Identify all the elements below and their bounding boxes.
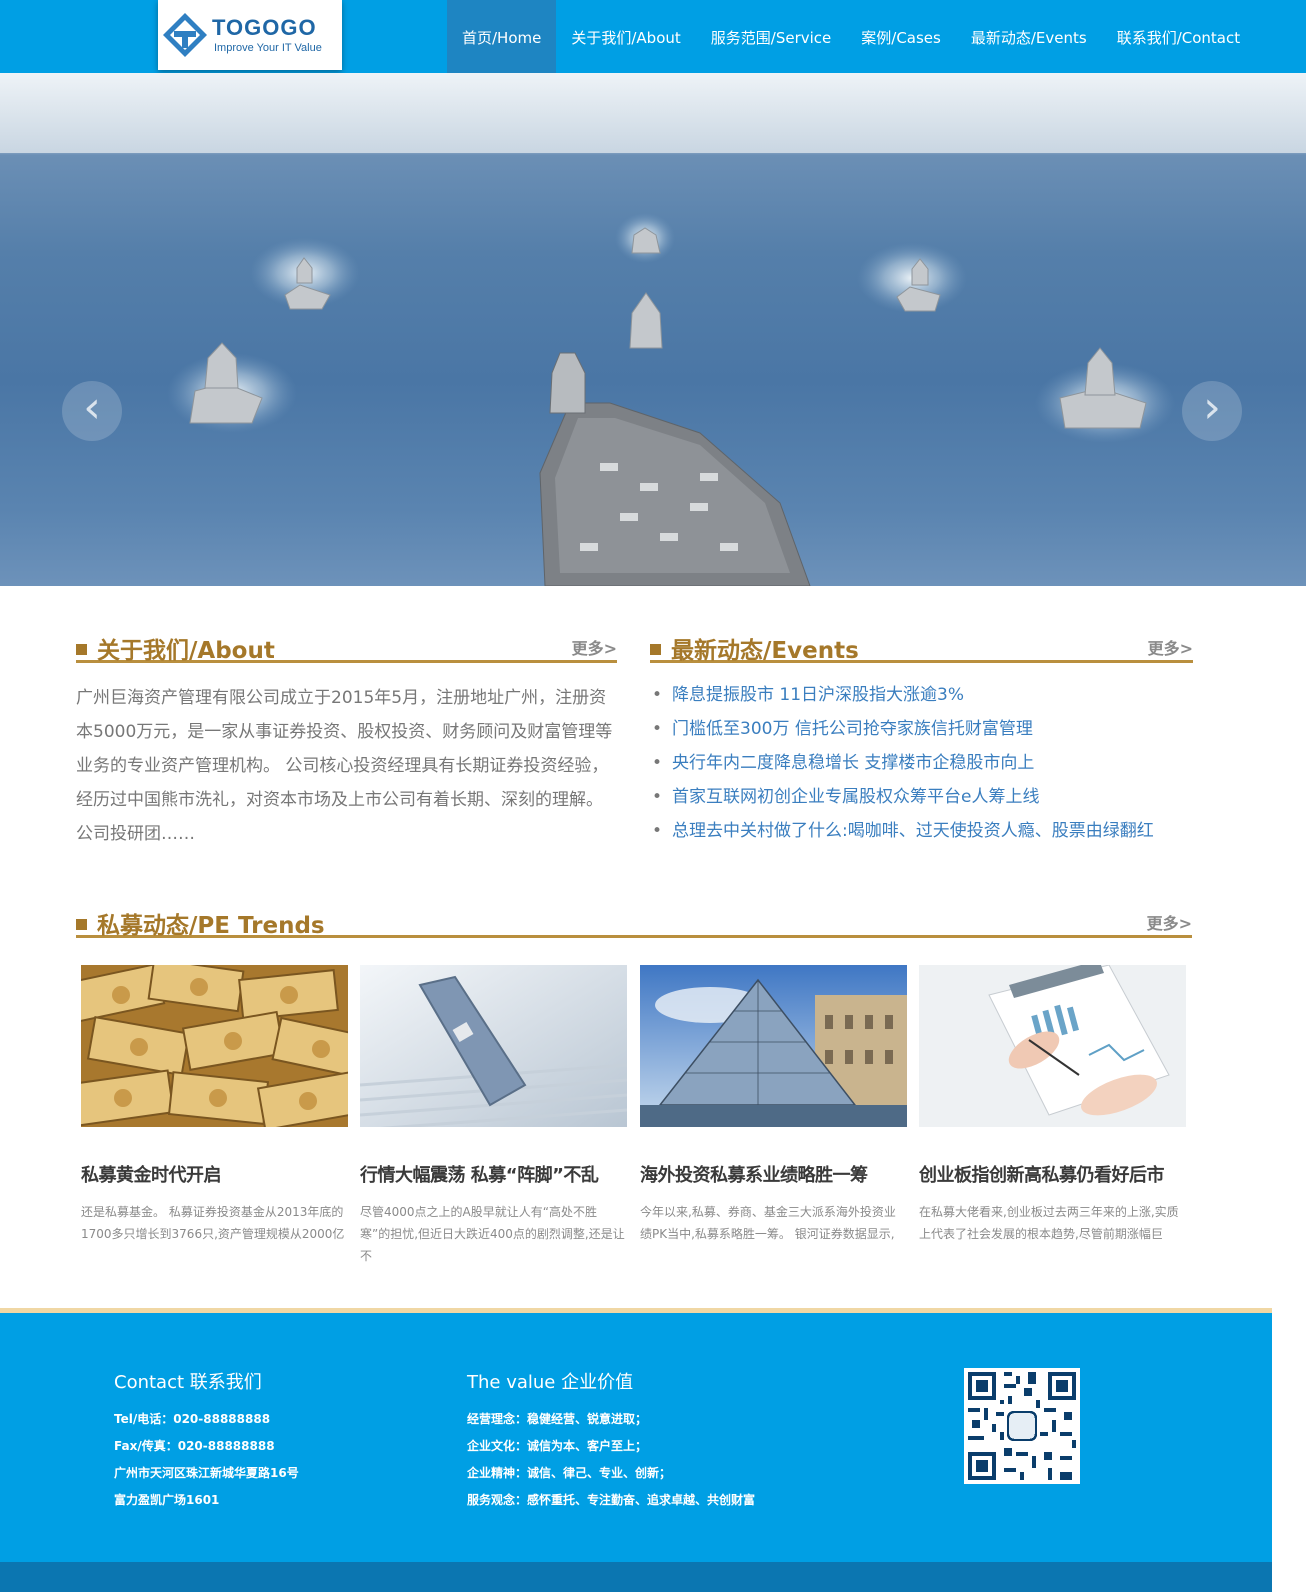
louvre-pyramid-image[interactable] — [640, 965, 907, 1127]
events-title: 最新动态/Events — [650, 631, 859, 665]
about-title: 关于我们/About — [76, 631, 275, 665]
footer-fax: Fax/传真：020-88888888 — [114, 1439, 275, 1453]
pe-card: 海外投资私募系业绩略胜一筹 今年以来,私募、券商、基金三大派系海外投资业绩PK当… — [640, 965, 907, 1245]
footer-address: 广州市天河区珠江新城华夏路16号 — [114, 1466, 299, 1480]
footer-tel: Tel/电话：020-88888888 — [114, 1412, 271, 1426]
pe-card-desc: 在私募大佬看来,创业板过去两三年来的上涨,实质上代表了社会发展的根本趋势,尽管前… — [919, 1205, 1179, 1241]
pe-card-desc: 今年以来,私募、券商、基金三大派系海外投资业绩PK当中,私募系略胜一筹。 银河证… — [640, 1205, 896, 1241]
footer-contact-title: Contact 联系我们 — [114, 1372, 262, 1393]
banner-fleet-image — [167, 213, 1175, 586]
event-item[interactable]: 降息提振股市 11日沪深股指大涨逾3% — [650, 682, 1195, 716]
nav-home[interactable]: 首页/Home — [447, 0, 557, 73]
events-list: 降息提振股市 11日沪深股指大涨逾3% 门槛低至300万 信托公司抢夺家族信托财… — [650, 682, 1195, 852]
about-section-header: 关于我们/About 更多> — [76, 625, 617, 665]
money-stack-image[interactable] — [81, 965, 348, 1127]
event-item[interactable]: 央行年内二度降息稳增长 支撑楼市企稳股市向上 — [650, 750, 1195, 784]
nav-contact[interactable]: 联系我们/Contact — [1102, 0, 1255, 73]
main-nav: 首页/Home 关于我们/About 服务范围/Service 案例/Cases… — [447, 0, 1255, 73]
events-section-header: 最新动态/Events 更多> — [650, 625, 1193, 665]
pe-card-title[interactable]: 海外投资私募系业绩略胜一筹 — [640, 1161, 907, 1187]
footer-value: The value 企业价值 经营理念：稳健经营、锐意进取； 企业文化：诚信为本… — [467, 1368, 755, 1514]
pe-section-header: 私募动态/PE Trends 更多> — [76, 900, 1192, 940]
logo-subtitle: Improve Your IT Value — [214, 42, 322, 54]
pe-more-link[interactable]: 更多> — [1147, 910, 1192, 934]
footer-contact: Contact 联系我们 Tel/电话：020-88888888 Fax/传真：… — [114, 1368, 299, 1514]
pe-card: 创业板指创新高私募仍看好后市 在私募大佬看来,创业板过去两三年来的上涨,实质上代… — [919, 965, 1186, 1245]
event-item[interactable]: 首家互联网初创企业专属股权众筹平台e人筹上线 — [650, 784, 1195, 818]
section-bullet-icon — [650, 644, 661, 655]
charts-document-image[interactable] — [919, 965, 1186, 1127]
nav-service[interactable]: 服务范围/Service — [696, 0, 847, 73]
about-text: 广州巨海资产管理有限公司成立于2015年5月，注册地址广州，注册资本5000万元… — [76, 688, 613, 844]
nav-cases[interactable]: 案例/Cases — [846, 0, 956, 73]
nav-events[interactable]: 最新动态/Events — [956, 0, 1102, 73]
footer-address-2: 富力盈凯广场1601 — [114, 1493, 220, 1507]
logo-title: TOGOGO — [212, 15, 317, 40]
events-title-text: 最新动态/Events — [671, 638, 859, 664]
event-item[interactable]: 总理去中关村做了什么:喝咖啡、过天使投资人瘾、股票由绿翻红 — [650, 818, 1195, 852]
pe-card-desc: 还是私募基金。 私募证券投资基金从2013年底的1700多只增长到3766只,资… — [81, 1205, 345, 1241]
banner-prev-arrow[interactable]: ‹ — [62, 381, 122, 441]
pe-card: 私募黄金时代开启 还是私募基金。 私募证券投资基金从2013年底的1700多只增… — [81, 965, 348, 1245]
pe-card: 行情大幅震荡 私募“阵脚”不乱 尽管4000点之上的A股早就让人有“高处不胜寒”… — [360, 965, 627, 1267]
section-bullet-icon — [76, 644, 87, 655]
footer-value-line: 企业精神：诚信、律己、专业、创新； — [467, 1466, 672, 1480]
section-bullet-icon — [76, 919, 87, 930]
pe-card-desc: 尽管4000点之上的A股早就让人有“高处不胜寒”的担忧,但近日大跌近400点的剧… — [360, 1205, 625, 1263]
site-logo[interactable]: TOGOGO Improve Your IT Value — [158, 0, 342, 70]
nav-about[interactable]: 关于我们/About — [556, 0, 695, 73]
footer-bottom-bar — [0, 1562, 1272, 1592]
events-more-link[interactable]: 更多> — [1148, 635, 1193, 659]
pe-card-title[interactable]: 私募黄金时代开启 — [81, 1161, 348, 1187]
pe-title-text: 私募动态/PE Trends — [97, 913, 325, 939]
footer-value-line: 服务观念：感怀重托、专注勤奋、追求卓越、共创财富 — [467, 1493, 756, 1507]
footer-value-line: 企业文化：诚信为本、客户至上； — [467, 1439, 648, 1453]
footer-value-line: 经营理念：稳健经营、锐意进取； — [467, 1412, 648, 1426]
hero-banner: ‹ › — [0, 73, 1306, 586]
about-title-text: 关于我们/About — [97, 638, 275, 664]
pe-card-title[interactable]: 创业板指创新高私募仍看好后市 — [919, 1161, 1186, 1187]
footer-value-title: The value 企业价值 — [467, 1372, 634, 1393]
event-item[interactable]: 门槛低至300万 信托公司抢夺家族信托财富管理 — [650, 716, 1195, 750]
pe-card-title[interactable]: 行情大幅震荡 私募“阵脚”不乱 — [360, 1161, 627, 1187]
pe-title: 私募动态/PE Trends — [76, 906, 325, 940]
qr-code-icon — [964, 1368, 1080, 1484]
banner-next-arrow[interactable]: › — [1182, 381, 1242, 441]
site-header: TOGOGO Improve Your IT Value 首页/Home 关于我… — [0, 0, 1306, 73]
logo-mark-icon — [163, 13, 207, 57]
about-more-link[interactable]: 更多> — [572, 635, 617, 659]
bank-card-image[interactable] — [360, 965, 627, 1127]
